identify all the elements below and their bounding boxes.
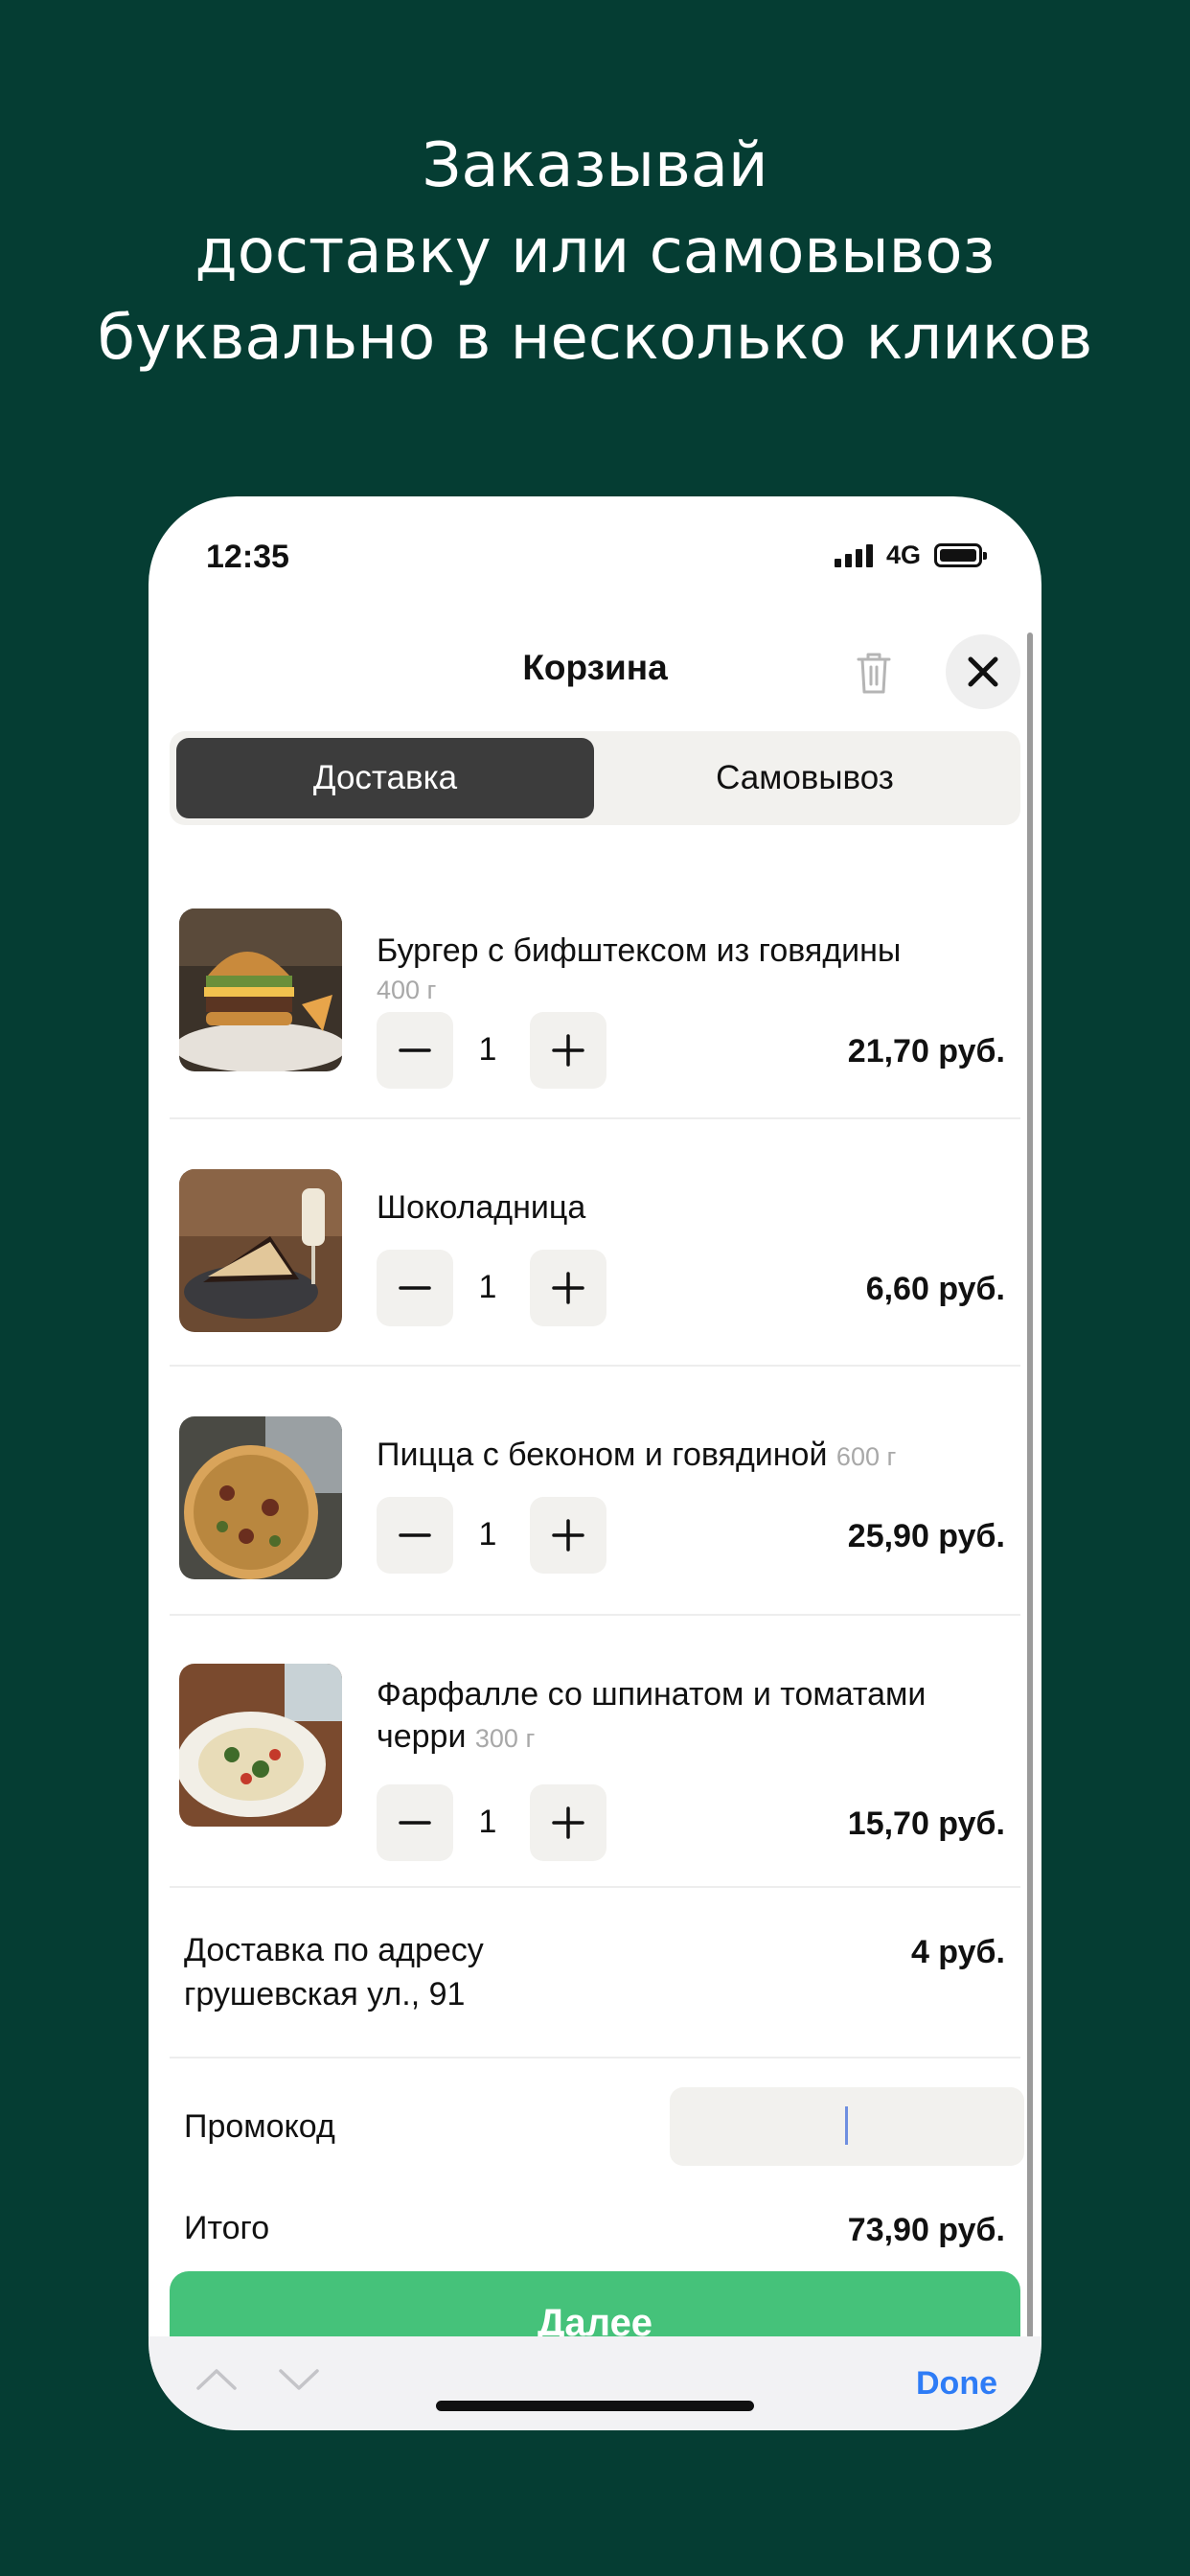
done-button[interactable]: Done <box>916 2365 997 2403</box>
cart-item: Фарфалле со шпинатом и томатами черри 30… <box>170 1643 1020 1873</box>
delivery-price: 4 руб. <box>910 1934 1005 1970</box>
item-quantity: 1 <box>478 1516 497 1552</box>
plus-icon <box>552 1806 584 1839</box>
item-name: Пицца с беконом и говядиной 600 г <box>377 1434 1009 1478</box>
increase-quantity-button[interactable] <box>530 1250 606 1326</box>
delivery-type-toggle: Доставка Самовывоз <box>170 731 1020 825</box>
minus-icon <box>399 1286 431 1290</box>
item-name-text: Пицца с беконом и говядиной <box>377 1437 828 1473</box>
home-indicator[interactable] <box>436 2401 754 2411</box>
pasta-image <box>179 1664 342 1827</box>
total-value: 73,90 руб. <box>847 2212 1005 2248</box>
increase-quantity-button[interactable] <box>530 1497 606 1574</box>
decrease-quantity-button[interactable] <box>377 1250 453 1326</box>
decrease-quantity-button[interactable] <box>377 1497 453 1574</box>
divider <box>170 1886 1020 1888</box>
plus-icon <box>552 1519 584 1552</box>
item-weight: 300 г <box>474 1724 536 1753</box>
cart-item: Пицца с беконом и говядиной 600 г 1 25,9… <box>170 1397 1020 1579</box>
decrease-quantity-button[interactable] <box>377 1012 453 1089</box>
pizza-image <box>179 1416 342 1579</box>
tab-delivery[interactable]: Доставка <box>176 738 594 818</box>
chevron-down-icon[interactable] <box>277 2365 321 2394</box>
trash-icon[interactable] <box>853 650 895 696</box>
item-name: Фарфалле со шпинатом и томатами черри 30… <box>377 1673 1009 1760</box>
delivery-address-text: грушевская ул., 91 <box>184 1976 466 2012</box>
cart-item: Бургер с бифштексом из говядины 400 г 1 … <box>170 889 1020 1089</box>
status-icons: 4G <box>834 540 987 570</box>
item-price: 6,60 руб. <box>865 1271 1005 1307</box>
item-quantity: 1 <box>478 1031 497 1068</box>
item-weight: 400 г <box>377 976 437 1004</box>
promo-label: Промокод <box>184 2108 335 2145</box>
plus-icon <box>552 1272 584 1304</box>
delivery-label: Доставка по адресу <box>184 1932 484 1968</box>
item-name: Шоколадница <box>377 1189 586 1226</box>
item-name-text: Фарфалле со шпинатом и томатами черри <box>377 1676 927 1755</box>
item-quantity: 1 <box>478 1804 497 1840</box>
tab-pickup[interactable]: Самовывоз <box>596 738 1014 818</box>
text-cursor <box>845 2106 848 2145</box>
headline-line-3: буквально в несколько кликов <box>97 303 1093 374</box>
close-button[interactable] <box>946 634 1020 709</box>
divider <box>170 1614 1020 1616</box>
divider <box>170 2057 1020 2058</box>
decrease-quantity-button[interactable] <box>377 1784 453 1861</box>
minus-icon <box>399 1821 431 1825</box>
item-price: 15,70 руб. <box>847 1806 1005 1842</box>
delivery-address: Доставка по адресу грушевская ул., 91 <box>184 1928 484 2016</box>
phone-screen: 12:35 4G Корзина Доставка Самовывоз Бург… <box>149 496 1041 2430</box>
cart-title: Корзина <box>522 648 668 687</box>
increase-quantity-button[interactable] <box>530 1012 606 1089</box>
burger-image <box>179 908 342 1071</box>
network-label: 4G <box>885 540 921 569</box>
chevron-up-icon[interactable] <box>195 2365 239 2394</box>
scrollbar[interactable] <box>1027 632 1033 2338</box>
plus-icon <box>552 1034 584 1067</box>
item-price: 25,90 руб. <box>847 1518 1005 1554</box>
headline-line-1: Заказывай <box>422 130 768 201</box>
minus-icon <box>399 1533 431 1537</box>
signal-icon <box>834 543 873 567</box>
cart-item: Шоколадница 1 6,60 руб. <box>170 1148 1020 1332</box>
status-time: 12:35 <box>206 539 289 575</box>
close-icon <box>968 656 998 687</box>
item-name: Бургер с бифштексом из говядины <box>377 932 902 969</box>
headline: Заказывай доставку или самовывоз букваль… <box>0 123 1190 381</box>
divider <box>170 1117 1020 1119</box>
battery-icon <box>934 543 987 567</box>
cake-image <box>179 1169 342 1332</box>
keyboard-accessory-bar: Done <box>149 2336 1041 2430</box>
item-weight: 600 г <box>835 1442 897 1471</box>
minus-icon <box>399 1048 431 1052</box>
item-quantity: 1 <box>478 1269 497 1305</box>
item-price: 21,70 руб. <box>847 1033 1005 1070</box>
increase-quantity-button[interactable] <box>530 1784 606 1861</box>
divider <box>170 1365 1020 1367</box>
total-label: Итого <box>184 2210 270 2246</box>
headline-line-2: доставку или самовывоз <box>195 217 995 288</box>
